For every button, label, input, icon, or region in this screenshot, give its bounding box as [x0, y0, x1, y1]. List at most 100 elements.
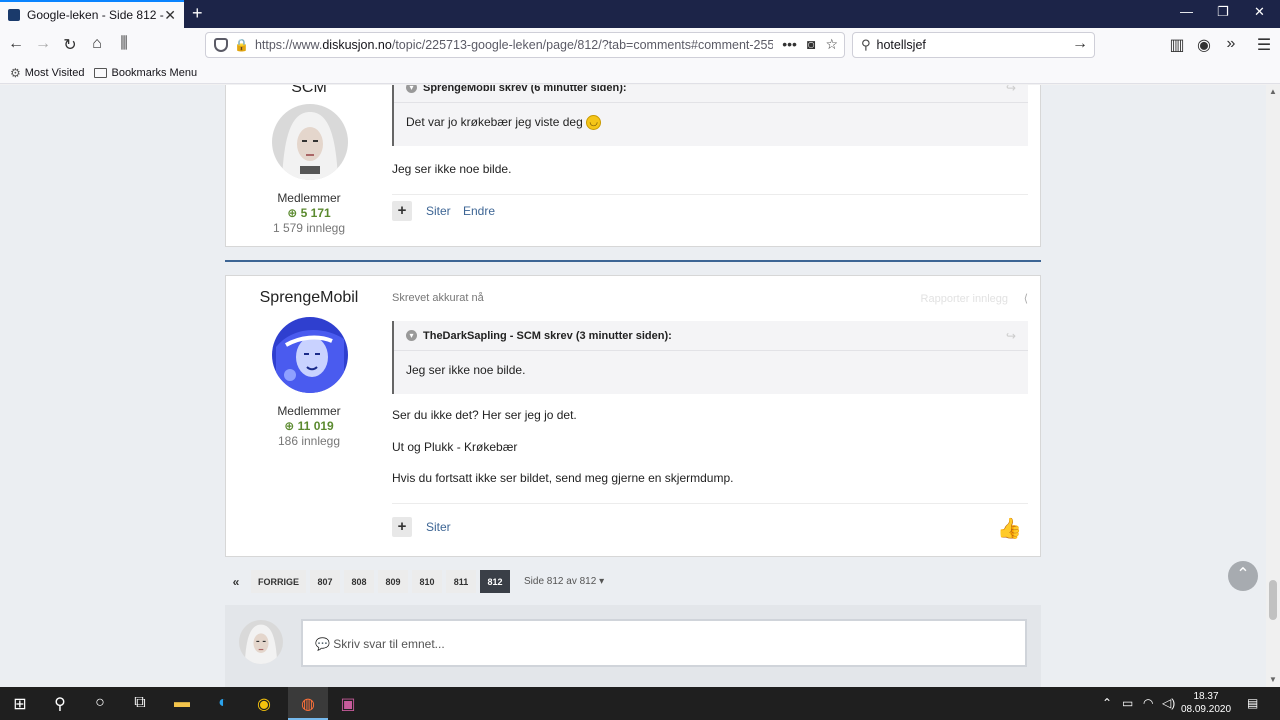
bookmarks-bar: ⚙ Most Visited Bookmarks Menu	[0, 62, 1280, 84]
reply-input[interactable]: 💬 Skriv svar til emnet...	[301, 619, 1027, 667]
post-body-text: Ut og Plukk - Krøkebær	[392, 440, 518, 454]
show-hidden-icons-icon[interactable]: ⌃	[1102, 696, 1112, 710]
app-icon[interactable]: ▣	[338, 694, 358, 714]
search-go-icon[interactable]: →	[1072, 35, 1088, 53]
page-link[interactable]: 807	[310, 570, 341, 593]
page-actions-icon[interactable]: •••	[782, 36, 797, 53]
page-scrollbar[interactable]: ▲ ▼	[1266, 85, 1280, 687]
author-name[interactable]: SCM	[226, 85, 392, 97]
windows-start-icon[interactable]: ⊞	[10, 694, 30, 714]
post-sprengemobil: SprengeMobil Medlemmer ⊕ 11 019 186 innl…	[225, 275, 1041, 557]
avatar[interactable]	[272, 317, 348, 393]
page-link[interactable]: 808	[344, 570, 375, 593]
edit-link[interactable]: Endre	[463, 204, 495, 218]
page-link[interactable]: 809	[378, 570, 409, 593]
report-post-link[interactable]: Rapporter innlegg	[921, 293, 1008, 305]
like-icon[interactable]: 👍	[997, 516, 1022, 541]
lock-icon[interactable]: 🔒	[234, 38, 249, 52]
quote-link-icon[interactable]: ↪	[1006, 329, 1016, 343]
maximize-icon[interactable]: ❐	[1217, 4, 1229, 20]
share-icon[interactable]: ⟨	[1024, 292, 1028, 305]
quote-block: ▾ TheDarkSapling - SCM skrev (3 minutter…	[392, 321, 1028, 394]
close-window-icon[interactable]: ✕	[1254, 4, 1265, 20]
quote-link-icon[interactable]: ↪	[1006, 85, 1016, 95]
post-divider	[392, 503, 1028, 504]
notifications-icon[interactable]: ▤	[1247, 696, 1258, 710]
avatar	[239, 620, 283, 664]
edge-icon[interactable]: ◐	[213, 694, 233, 714]
search-bar[interactable]: ⚲ hotellsjef →	[852, 32, 1095, 58]
bookmark-star-icon[interactable]: ☆	[825, 36, 838, 53]
scroll-up-icon[interactable]: ▲	[1269, 87, 1277, 96]
quote-author[interactable]: SprengeMobil skrev (6 minutter siden):	[423, 85, 627, 94]
multiquote-button[interactable]: +	[392, 517, 412, 537]
post-divider	[392, 194, 1028, 195]
author-role: Medlemmer	[277, 191, 341, 205]
folder-icon	[94, 67, 108, 78]
smiley-icon: ◡	[586, 115, 602, 131]
page-link[interactable]: 811	[446, 570, 477, 593]
battery-icon[interactable]: ▭	[1122, 696, 1133, 710]
post-body-text: Ser du ikke det? Her ser jeg jo det.	[392, 408, 577, 422]
page-link[interactable]: 810	[412, 570, 443, 593]
quote-link[interactable]: Siter	[426, 520, 451, 534]
quote-block: ▾ SprengeMobil skrev (6 minutter siden):…	[392, 85, 1028, 146]
forward-icon[interactable]: →	[33, 35, 53, 53]
account-icon[interactable]: ◉	[1194, 35, 1214, 55]
search-icon[interactable]: ⚲	[50, 694, 70, 714]
chrome-icon[interactable]: ◉	[254, 694, 274, 714]
bookmark-menu[interactable]: Bookmarks Menu	[94, 67, 197, 79]
multiquote-button[interactable]: +	[392, 201, 412, 221]
library-icon[interactable]: ⫼	[114, 35, 134, 53]
author-name[interactable]: SprengeMobil	[226, 289, 392, 307]
firefox-icon[interactable]: ◍	[298, 694, 318, 714]
wifi-icon[interactable]: ◠	[1143, 696, 1153, 710]
scroll-down-icon[interactable]: ▼	[1269, 675, 1277, 684]
avatar[interactable]	[272, 104, 348, 180]
quote-link[interactable]: Siter	[426, 204, 451, 218]
first-page-link[interactable]: «	[225, 570, 247, 593]
scroll-thumb[interactable]	[1269, 580, 1277, 620]
post-body-text: Hvis du fortsatt ikke ser bildet, send m…	[392, 471, 734, 485]
search-input[interactable]: hotellsjef	[877, 38, 926, 52]
reload-icon[interactable]: ↻	[60, 35, 80, 55]
collapse-quote-icon[interactable]: ▾	[406, 85, 417, 93]
gear-icon: ⚙	[10, 65, 21, 80]
nav-toolbar: ← → ↻ ⌂ ⫼ 🔒 https://www.diskusjon.no/top…	[0, 28, 1280, 62]
overflow-chevron-icon[interactable]: »	[1221, 35, 1241, 53]
close-tab-icon[interactable]: ✕	[164, 7, 176, 24]
clock-date: 08.09.2020	[1180, 704, 1232, 715]
new-tab-icon[interactable]: +	[192, 3, 203, 24]
pagination: « FORRIGE 807 808 809 810 811 812 Side 8…	[225, 570, 604, 593]
quote-header: ▾ TheDarkSapling - SCM skrev (3 minutter…	[394, 321, 1028, 351]
reply-area: 💬 Skriv svar til emnet...	[225, 605, 1041, 687]
page-content: SCM Medlemmer ⊕ 5 171 1 579 innlegg ▾ Sp…	[0, 85, 1266, 687]
back-to-top-button[interactable]: ⌃	[1228, 561, 1258, 591]
unread-separator	[225, 260, 1041, 262]
prev-page-link[interactable]: FORRIGE	[251, 570, 307, 593]
quote-text: Jeg ser ikke noe bilde.	[406, 363, 526, 377]
back-icon[interactable]: ←	[6, 35, 26, 53]
url-bar[interactable]: 🔒 https://www.diskusjon.no/topic/225713-…	[205, 32, 845, 58]
minimize-icon[interactable]: —	[1180, 4, 1193, 19]
volume-icon[interactable]: ◁)	[1162, 696, 1175, 710]
current-page[interactable]: 812	[480, 570, 511, 593]
quote-author[interactable]: TheDarkSapling - SCM skrev (3 minutter s…	[423, 330, 672, 342]
collapse-quote-icon[interactable]: ▾	[406, 330, 417, 341]
task-view-icon[interactable]: ⧉	[130, 694, 150, 714]
browser-tab[interactable]: Google-leken - Side 812 - Leke ✕	[0, 0, 184, 28]
pocket-icon[interactable]: ◙	[807, 36, 815, 53]
system-clock[interactable]: 18.37 08.09.2020	[1180, 690, 1232, 716]
url-text[interactable]: https://www.diskusjon.no/topic/225713-go…	[255, 38, 773, 52]
comment-icon: 💬	[315, 637, 330, 651]
cortana-icon[interactable]: ○	[90, 694, 110, 714]
page-jump-dropdown[interactable]: Side 812 av 812 ▾	[524, 576, 604, 587]
bookmark-most-visited[interactable]: ⚙ Most Visited	[10, 66, 84, 80]
home-icon[interactable]: ⌂	[87, 35, 107, 53]
tracking-protection-icon[interactable]	[214, 38, 228, 52]
post-timestamp[interactable]: Skrevet akkurat nå	[392, 292, 484, 304]
menu-icon[interactable]: ☰	[1254, 35, 1274, 55]
file-explorer-icon[interactable]: ▬	[172, 694, 192, 714]
sidebar-icon[interactable]: ▥	[1167, 35, 1187, 55]
site-favicon-icon	[8, 9, 20, 21]
